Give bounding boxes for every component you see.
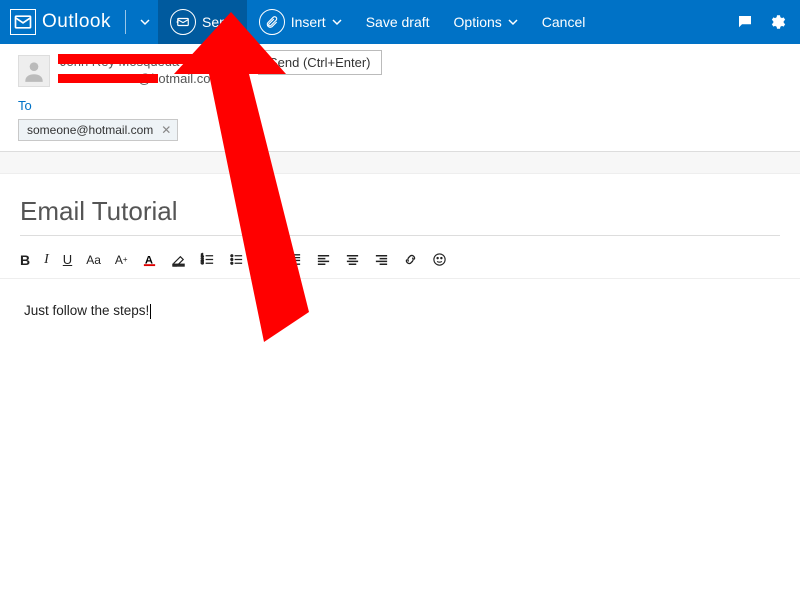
save-draft-label: Save draft (366, 14, 430, 30)
chat-icon (736, 13, 754, 31)
bullet-list-button[interactable] (229, 252, 244, 267)
recipient-chip-row[interactable]: someone@hotmail.com ✕ (18, 119, 782, 141)
subject-section (0, 174, 800, 246)
app-toolbar: Outlook Send Insert Save draft Options C… (0, 0, 800, 44)
insert-label: Insert (291, 14, 326, 30)
settings-button[interactable] (764, 0, 800, 44)
send-label: Send (202, 14, 235, 30)
highlight-button[interactable] (171, 252, 186, 267)
gear-icon (768, 13, 786, 31)
remove-recipient-icon[interactable]: ✕ (161, 123, 171, 137)
emoji-button[interactable] (432, 252, 447, 267)
font-size-button[interactable]: A+ (115, 253, 128, 267)
redaction-bar (58, 74, 158, 83)
chevron-down-icon (332, 17, 342, 27)
outdent-button[interactable] (258, 252, 273, 267)
bold-button[interactable]: B (20, 252, 30, 268)
app-name: Outlook (42, 11, 111, 33)
app-menu-dropdown[interactable] (132, 0, 158, 44)
align-right-button[interactable] (374, 252, 389, 267)
options-label: Options (454, 14, 502, 30)
attachment-icon (259, 9, 285, 35)
toolbar-divider (125, 10, 126, 34)
align-center-button[interactable] (345, 252, 360, 267)
message-body[interactable]: Just follow the steps! (0, 279, 800, 343)
text-cursor (150, 304, 151, 319)
underline-button[interactable]: U (63, 252, 72, 267)
align-left-button[interactable] (316, 252, 331, 267)
svg-text:3: 3 (201, 260, 204, 265)
cancel-label: Cancel (542, 14, 586, 30)
options-button[interactable]: Options (442, 0, 530, 44)
recipient-address: someone@hotmail.com (27, 123, 153, 137)
outlook-logo-icon (10, 9, 36, 35)
section-gap (0, 152, 800, 174)
person-icon (21, 58, 47, 84)
avatar (18, 55, 50, 87)
body-text: Just follow the steps! (24, 303, 149, 318)
format-toolbar: B I U Aa A+ A 123 (0, 246, 800, 279)
to-label[interactable]: To (18, 98, 32, 113)
redaction-bar (58, 54, 196, 64)
chevron-down-icon (140, 17, 150, 27)
from-section: John Rey Mosqueda xxxxxxxxxxxx@hotmail.c… (0, 44, 800, 96)
link-button[interactable] (403, 252, 418, 267)
insert-button[interactable]: Insert (247, 0, 354, 44)
font-color-button[interactable]: A (142, 252, 157, 267)
numbered-list-button[interactable]: 123 (200, 252, 215, 267)
subject-input[interactable] (20, 192, 780, 236)
send-icon (170, 9, 196, 35)
recipient-chip[interactable]: someone@hotmail.com ✕ (18, 119, 178, 141)
send-button[interactable]: Send (158, 0, 247, 44)
cancel-button[interactable]: Cancel (530, 0, 598, 44)
italic-button[interactable]: I (44, 252, 49, 268)
indent-button[interactable] (287, 252, 302, 267)
redaction-bar (60, 74, 72, 83)
font-family-button[interactable]: Aa (86, 253, 101, 267)
chat-button[interactable] (726, 0, 764, 44)
save-draft-button[interactable]: Save draft (354, 0, 442, 44)
to-section: To someone@hotmail.com ✕ (0, 96, 800, 152)
chevron-down-icon (508, 17, 518, 27)
app-logo[interactable]: Outlook (0, 0, 119, 44)
